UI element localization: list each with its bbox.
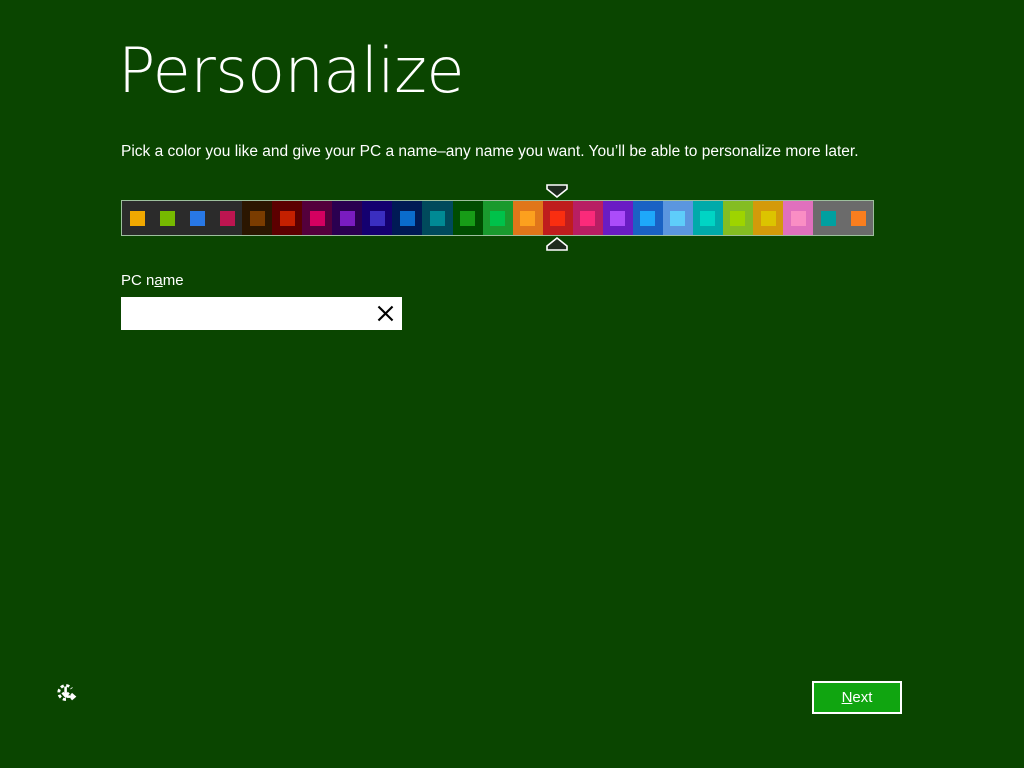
color-swatch-17[interactable] bbox=[632, 201, 663, 235]
color-swatch-18[interactable] bbox=[662, 201, 693, 235]
color-swatch-fill bbox=[129, 210, 145, 226]
pc-name-field-container[interactable] bbox=[121, 297, 402, 330]
page-title: Personalize bbox=[118, 34, 464, 107]
next-button[interactable]: Next bbox=[812, 681, 902, 714]
next-button-accelerator: N bbox=[841, 689, 853, 706]
color-swatch-11[interactable] bbox=[452, 201, 483, 235]
color-swatch-9[interactable] bbox=[392, 201, 423, 235]
color-swatch-19[interactable] bbox=[692, 201, 723, 235]
color-swatch-3[interactable] bbox=[212, 201, 243, 235]
accent-color-picker[interactable] bbox=[121, 184, 874, 252]
color-swatch-20[interactable] bbox=[722, 201, 753, 235]
next-button-label-rest: ext bbox=[852, 689, 873, 706]
color-swatch-10[interactable] bbox=[422, 201, 453, 235]
color-swatch-fill bbox=[640, 210, 656, 226]
color-swatch-24[interactable] bbox=[843, 201, 873, 235]
color-swatch-fill bbox=[670, 210, 686, 226]
color-swatch-fill bbox=[189, 210, 205, 226]
color-swatch-fill bbox=[369, 210, 385, 226]
color-swatch-fill bbox=[279, 210, 295, 226]
pc-name-label: PC name bbox=[121, 272, 184, 289]
color-swatch-16[interactable] bbox=[602, 201, 633, 235]
color-swatch-0[interactable] bbox=[122, 201, 153, 235]
color-swatch-15[interactable] bbox=[572, 201, 603, 235]
color-swatch-1[interactable] bbox=[152, 201, 183, 235]
color-swatch-fill bbox=[159, 210, 175, 226]
ease-of-access-icon bbox=[57, 684, 77, 701]
clear-pc-name-button[interactable] bbox=[368, 297, 402, 330]
page-subtitle: Pick a color you like and give your PC a… bbox=[121, 143, 859, 160]
color-swatch-strip[interactable] bbox=[121, 200, 874, 236]
color-swatch-fill bbox=[730, 210, 746, 226]
color-swatch-13[interactable] bbox=[512, 201, 543, 235]
color-swatch-fill bbox=[820, 210, 836, 226]
selection-marker-top-icon bbox=[545, 184, 568, 198]
color-swatch-14[interactable] bbox=[542, 201, 573, 235]
color-swatch-fill bbox=[339, 210, 355, 226]
color-swatch-fill bbox=[520, 210, 536, 226]
pc-name-input[interactable] bbox=[121, 297, 368, 330]
color-swatch-5[interactable] bbox=[272, 201, 303, 235]
color-swatch-fill bbox=[460, 210, 476, 226]
color-swatch-12[interactable] bbox=[482, 201, 513, 235]
color-swatch-fill bbox=[550, 210, 566, 226]
selection-marker-bottom-icon bbox=[545, 237, 568, 251]
color-swatch-fill bbox=[309, 210, 325, 226]
color-swatch-fill bbox=[490, 210, 506, 226]
color-swatch-fill bbox=[760, 210, 776, 226]
color-swatch-fill bbox=[580, 210, 596, 226]
ease-of-access-button[interactable] bbox=[50, 681, 82, 713]
color-swatch-22[interactable] bbox=[783, 201, 814, 235]
color-swatch-fill bbox=[850, 210, 866, 226]
color-swatch-2[interactable] bbox=[182, 201, 213, 235]
color-swatch-fill bbox=[610, 210, 626, 226]
close-x-icon bbox=[377, 305, 393, 322]
color-swatch-4[interactable] bbox=[242, 201, 273, 235]
pc-name-label-part2: me bbox=[162, 272, 184, 289]
color-swatch-6[interactable] bbox=[302, 201, 333, 235]
color-swatch-8[interactable] bbox=[362, 201, 393, 235]
pc-name-label-part1: PC n bbox=[121, 272, 155, 289]
color-swatch-21[interactable] bbox=[752, 201, 784, 235]
color-swatch-fill bbox=[700, 210, 716, 226]
color-swatch-23[interactable] bbox=[813, 201, 844, 235]
color-swatch-fill bbox=[790, 210, 806, 226]
pc-name-label-accelerator: a bbox=[154, 272, 163, 289]
color-swatch-7[interactable] bbox=[332, 201, 363, 235]
color-swatch-fill bbox=[429, 210, 445, 226]
color-swatch-fill bbox=[219, 210, 235, 226]
color-swatch-fill bbox=[399, 210, 415, 226]
color-swatch-fill bbox=[249, 210, 265, 226]
